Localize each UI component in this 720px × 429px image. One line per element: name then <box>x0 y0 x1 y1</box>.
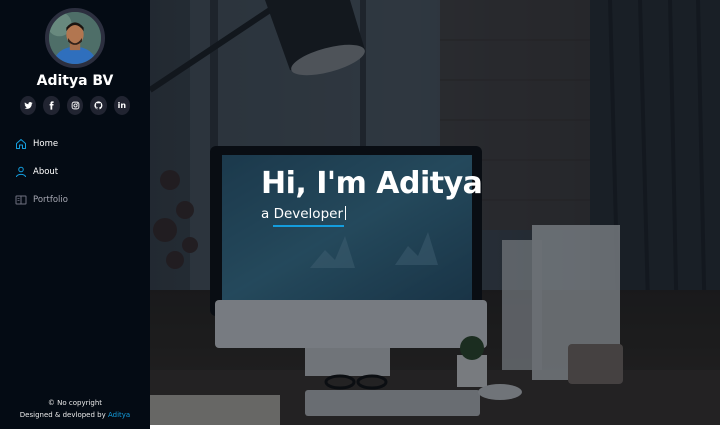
instagram-link[interactable] <box>66 96 84 115</box>
github-link[interactable] <box>90 96 107 115</box>
avatar <box>45 8 105 68</box>
linkedin-link[interactable]: in <box>113 96 131 115</box>
twitter-icon <box>24 102 33 109</box>
hero-section: Hi, I'm Aditya a Developer <box>150 0 720 425</box>
sidebar: Aditya BV in Home About Portfolio © No c… <box>0 0 150 429</box>
social-links: in <box>20 96 131 115</box>
sidebar-item-label: About <box>33 167 59 177</box>
sidebar-item-home[interactable]: Home <box>0 130 150 158</box>
hero-accent-underline <box>273 225 344 227</box>
credit-prefix: Designed & devloped by <box>19 411 106 419</box>
hero-overlay <box>150 0 720 425</box>
hero-title: Hi, I'm Aditya <box>261 166 483 201</box>
bottom-strip <box>150 425 720 429</box>
copyright-text: © No copyright <box>47 399 103 407</box>
hero-subtitle: a Developer <box>261 206 346 222</box>
book-icon <box>15 194 27 206</box>
sidebar-item-label: Portfolio <box>33 195 68 205</box>
sidebar-item-label: Home <box>33 139 59 149</box>
profile-name: Aditya BV <box>36 73 114 89</box>
home-icon <box>15 138 27 150</box>
github-icon <box>94 101 103 110</box>
facebook-icon <box>49 101 54 110</box>
sidebar-nav: Home About Portfolio <box>0 130 150 214</box>
credit-link[interactable]: Aditya <box>108 411 130 419</box>
sidebar-item-about[interactable]: About <box>0 158 150 186</box>
credit-text: Designed & devloped by Aditya <box>0 409 150 421</box>
twitter-link[interactable] <box>20 96 37 115</box>
sidebar-item-portfolio[interactable]: Portfolio <box>0 186 150 214</box>
sidebar-footer: © No copyright Designed & devloped by Ad… <box>0 397 150 421</box>
linkedin-icon: in <box>117 101 127 110</box>
typed-text: a Developer <box>261 206 343 222</box>
facebook-link[interactable] <box>43 96 60 115</box>
user-icon <box>15 166 27 178</box>
instagram-icon <box>71 101 79 110</box>
typing-cursor <box>345 206 346 220</box>
